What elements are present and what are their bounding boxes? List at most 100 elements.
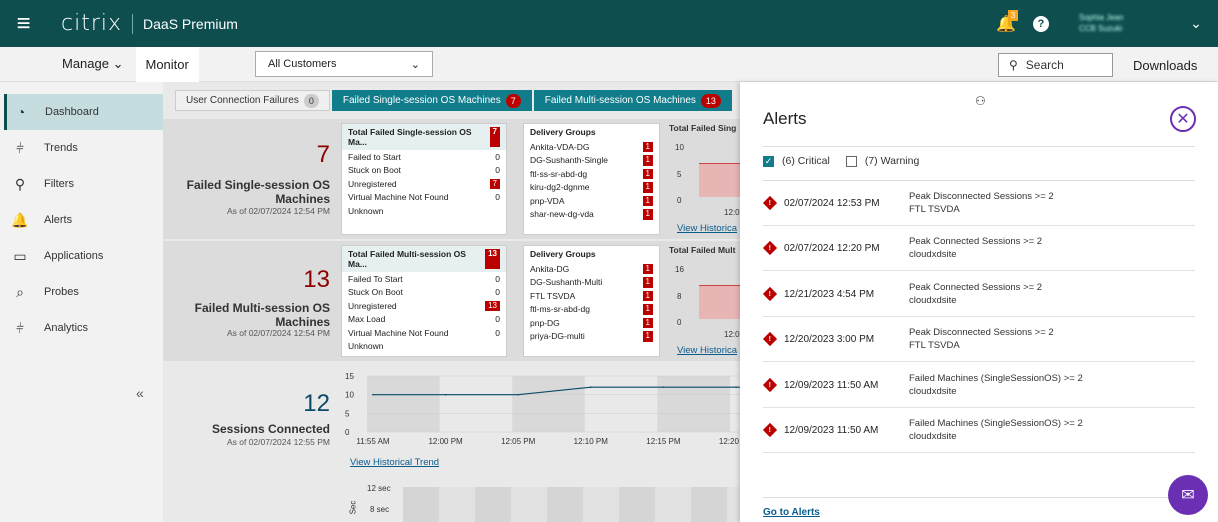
- search-input[interactable]: ⚲ Search: [998, 53, 1113, 77]
- bell-icon: 🔔: [11, 211, 29, 228]
- session-duration-panel: 12 sec 8 sec Sec: [163, 477, 740, 522]
- divider: [763, 146, 1195, 147]
- applications-icon: ▭: [13, 247, 27, 264]
- data-point: [444, 393, 447, 396]
- view-historical-link[interactable]: View Historica: [677, 223, 737, 234]
- list-item: pnp-DG 1: [524, 316, 659, 330]
- y-tick-label: 10: [345, 391, 354, 400]
- critical-alert-icon: !: [762, 331, 778, 347]
- user-settings-icon[interactable]: ⚇: [975, 94, 986, 108]
- probes-icon: ⌕: [16, 283, 24, 300]
- list-item: shar-new-dg-vda 1: [524, 208, 659, 222]
- critical-alert-icon: !: [762, 286, 778, 302]
- user-account[interactable]: Sophia Jean CCB Suzuki: [1079, 0, 1174, 47]
- alert-message: Peak Connected Sessions >= 2: [909, 282, 1043, 293]
- nav-manage-menu[interactable]: Manage ⌄: [62, 56, 124, 72]
- alert-item[interactable]: ! 12/20/2023 3:00 PM Peak Disconnected S…: [762, 317, 1195, 362]
- sidebar-item-label: Filters: [44, 178, 74, 190]
- delivery-groups-list[interactable]: Delivery Groups Ankita-VDA-DG 1 DG-Sushan…: [523, 123, 660, 235]
- top-bar: ≡ citrix DaaS Premium 🔔 3 ? Sophia Jean C…: [0, 0, 1218, 47]
- failed-single-session-panel[interactable]: 7 Failed Single-session OS Machines As of…: [163, 119, 740, 239]
- critical-alert-icon: !: [762, 240, 778, 256]
- list-item: ftl-ms-sr-abd-dg 1: [524, 303, 659, 317]
- alert-message: Failed Machines (SingleSessionOS) >= 2: [909, 373, 1083, 384]
- divider: [763, 497, 1195, 498]
- warning-checkbox[interactable]: [845, 155, 857, 167]
- notifications-bell-icon[interactable]: 🔔 3: [991, 0, 1021, 47]
- close-icon[interactable]: ✕: [1170, 106, 1196, 132]
- alert-item[interactable]: ! 12/09/2023 11:50 AM Failed Machines (S…: [762, 408, 1195, 453]
- tab-user-connection-failures[interactable]: User Connection Failures 0: [175, 90, 330, 111]
- sidebar-item-dashboard[interactable]: ◔ Dashboard: [4, 94, 163, 130]
- view-historical-trend-link[interactable]: View Historical Trend: [350, 457, 439, 468]
- failed-multi-count: 13: [303, 266, 330, 293]
- citrix-logo: citrix: [61, 11, 123, 36]
- alert-target: cloudxdsite: [909, 431, 957, 442]
- product-name: DaaS Premium: [143, 15, 238, 32]
- alert-target: FTL TSVDA: [909, 340, 960, 351]
- sidebar-item-label: Dashboard: [45, 106, 99, 118]
- list-item: ftl-ss-sr-abd-dg 1: [524, 167, 659, 181]
- downloads-link[interactable]: Downloads: [1133, 58, 1197, 73]
- failed-multi-session-panel[interactable]: 13 Failed Multi-session OS Machines As of…: [163, 241, 740, 361]
- count-badge: 13: [700, 93, 721, 108]
- x-tick-label: 11:55 AM: [356, 437, 390, 446]
- customer-select[interactable]: All Customers ⌄: [255, 51, 433, 77]
- sidebar-item-alerts[interactable]: 🔔 Alerts: [0, 202, 163, 238]
- collapse-sidebar-icon[interactable]: «: [136, 385, 144, 401]
- search-placeholder: Search: [1025, 58, 1064, 72]
- list-item: DG-Sushanth-Multi 1: [524, 276, 659, 290]
- alert-item[interactable]: ! 02/07/2024 12:20 PM Peak Connected Ses…: [762, 226, 1195, 271]
- y-tick: 12 sec: [367, 484, 391, 493]
- help-icon[interactable]: ?: [1033, 15, 1049, 32]
- panel-title: Sessions Connected: [211, 422, 330, 436]
- alert-target: cloudxdsite: [909, 386, 957, 397]
- dashboard-icon: ◔: [16, 104, 26, 120]
- x-tick-label: 12:15 PM: [646, 437, 681, 446]
- alert-date: 12/21/2023 4:54 PM: [784, 288, 875, 300]
- alert-message: Peak Disconnected Sessions >= 2: [909, 191, 1054, 202]
- hamburger-menu-icon[interactable]: ≡: [0, 0, 47, 47]
- delivery-groups-list[interactable]: Delivery Groups Ankita-DG 1 DG-Sushanth-M…: [523, 245, 660, 357]
- chart-band: [657, 376, 730, 432]
- customer-select-value: All Customers: [268, 58, 337, 70]
- sessions-connected-panel[interactable]: 12 Sessions Connected As of 02/07/2024 1…: [163, 366, 740, 471]
- as-of-timestamp: As of 02/07/2024 12:55 PM: [226, 437, 330, 447]
- data-point: [735, 386, 737, 388]
- count-badge: 7: [505, 93, 521, 108]
- sidebar-item-probes[interactable]: ⌕ Probes: [0, 274, 163, 310]
- tab-failed-multi-session[interactable]: Failed Multi-session OS Machines 13: [533, 90, 732, 111]
- alert-item[interactable]: ! 12/09/2023 11:50 AM Failed Machines (S…: [762, 363, 1195, 408]
- alert-item[interactable]: ! 02/07/2024 12:53 PM Peak Disconnected …: [762, 181, 1195, 226]
- sidebar-item-label: Analytics: [44, 322, 89, 334]
- count-badge: 0: [303, 93, 319, 108]
- critical-label: (6) Critical: [782, 155, 830, 167]
- list-item: Ankita-DG 1: [524, 262, 659, 276]
- warning-label: (7) Warning: [864, 155, 920, 167]
- sidebar-item-label: Probes: [44, 286, 79, 298]
- sidebar-item-trends[interactable]: ⫩ Trends: [0, 130, 163, 166]
- mini-chart: Total Failed Sing 10 5 0 12:0 View Histo…: [669, 123, 740, 234]
- go-to-alerts-link[interactable]: Go to Alerts: [763, 507, 820, 518]
- alert-item[interactable]: ! 12/21/2023 4:54 PM Peak Connected Sess…: [762, 272, 1195, 317]
- alert-message: Failed Machines (SingleSessionOS) >= 2: [909, 418, 1083, 429]
- y-tick-label: 15: [345, 372, 354, 381]
- mini-chart: Total Failed Mult 16 8 0 12:0 View Histo…: [669, 245, 740, 356]
- assistant-chat-icon[interactable]: ✉: [1168, 475, 1208, 515]
- nav-monitor-tab[interactable]: Monitor: [135, 46, 199, 82]
- alert-date: 12/09/2023 11:50 AM: [784, 424, 879, 436]
- sidebar-item-analytics[interactable]: ⫩ Analytics: [0, 310, 163, 346]
- view-historical-link[interactable]: View Historica: [677, 345, 737, 356]
- data-point: [517, 393, 519, 396]
- list-item: kiru-dg2-dgnme 1: [524, 181, 659, 195]
- sidebar-item-filters[interactable]: ⚲ Filters: [0, 166, 163, 202]
- critical-checkbox[interactable]: ✓: [763, 155, 774, 167]
- alert-message: Peak Disconnected Sessions >= 2: [909, 327, 1054, 338]
- chevron-down-icon[interactable]: ⌄: [1174, 15, 1218, 32]
- tab-failed-single-session[interactable]: Failed Single-session OS Machines 7: [331, 90, 532, 111]
- sidebar-item-label: Trends: [44, 142, 78, 154]
- sidebar-item-applications[interactable]: ▭ Applications: [0, 238, 163, 274]
- x-tick-label: 12:05 PM: [501, 437, 536, 446]
- list-item: DG-Sushanth-Single 1: [524, 154, 659, 168]
- alert-target: FTL TSVDA: [909, 204, 960, 215]
